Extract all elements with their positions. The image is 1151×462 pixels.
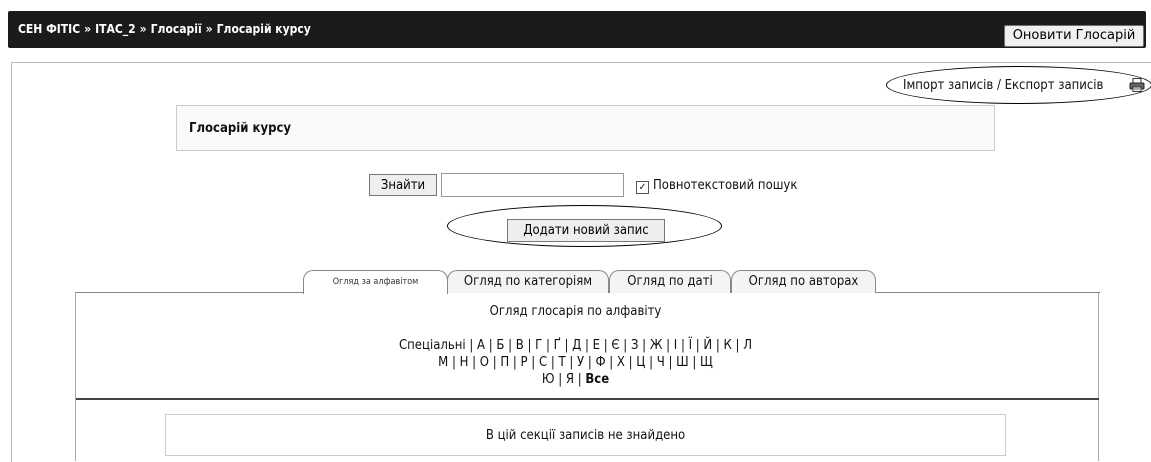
tab-browse-categories[interactable]: Огляд по категоріям: [447, 270, 609, 293]
alphabet-row-3: Ю | Я | Все: [0, 372, 1151, 387]
navbar: СЕН ФІТІС» ІТАС_2» Глосарії» Глосарій курсу…: [8, 11, 1146, 48]
alphabet-letters[interactable]: Ю | Я |: [542, 372, 586, 387]
highlight-oval-import: [886, 66, 1151, 104]
highlight-oval-add: [447, 205, 722, 247]
alphabet-row-1[interactable]: Спеціальні | А | Б | В | Г | Ґ | Д | Е |…: [0, 338, 1151, 353]
breadcrumb: СЕН ФІТІС» ІТАС_2» Глосарії» Глосарій курсу: [18, 22, 311, 36]
alphabet-row-2[interactable]: М | Н | О | П | Р | С | Т | У | Ф | Х | …: [0, 355, 1151, 370]
search-button[interactable]: Знайти: [369, 174, 437, 196]
breadcrumb-item-glossaries[interactable]: Глосарії: [151, 22, 202, 36]
breadcrumb-item-course[interactable]: ІТАС_2: [95, 22, 136, 36]
glossary-title: Глосарій курсу: [189, 121, 292, 136]
browse-title: Огляд глосарія по алфавіту: [489, 304, 662, 319]
tab-browse-authors[interactable]: Огляд по авторах: [731, 270, 876, 293]
divider: [76, 398, 1099, 400]
breadcrumb-separator: »: [205, 22, 213, 36]
fulltext-checkbox[interactable]: ✓: [636, 181, 649, 194]
alphabet-all[interactable]: Все: [585, 372, 609, 387]
update-glossary-button[interactable]: Оновити Глосарій: [1004, 25, 1144, 47]
breadcrumb-separator: »: [139, 22, 147, 36]
breadcrumb-separator: »: [84, 22, 92, 36]
tab-browse-date[interactable]: Огляд по даті: [609, 270, 731, 293]
empty-message: В цій секції записів не знайдено: [165, 414, 1006, 456]
glossary-title-box: Глосарій курсу: [176, 105, 995, 151]
fulltext-label: Повнотекстовий пошук: [653, 178, 798, 193]
breadcrumb-item-site[interactable]: СЕН ФІТІС: [18, 22, 80, 36]
breadcrumb-item-current: Глосарій курсу: [216, 22, 311, 36]
fulltext-search-option[interactable]: ✓ Повнотекстовий пошук: [636, 178, 797, 194]
search-input[interactable]: [441, 173, 624, 197]
tab-browse-alphabet[interactable]: Огляд за алфавітом: [303, 270, 448, 294]
